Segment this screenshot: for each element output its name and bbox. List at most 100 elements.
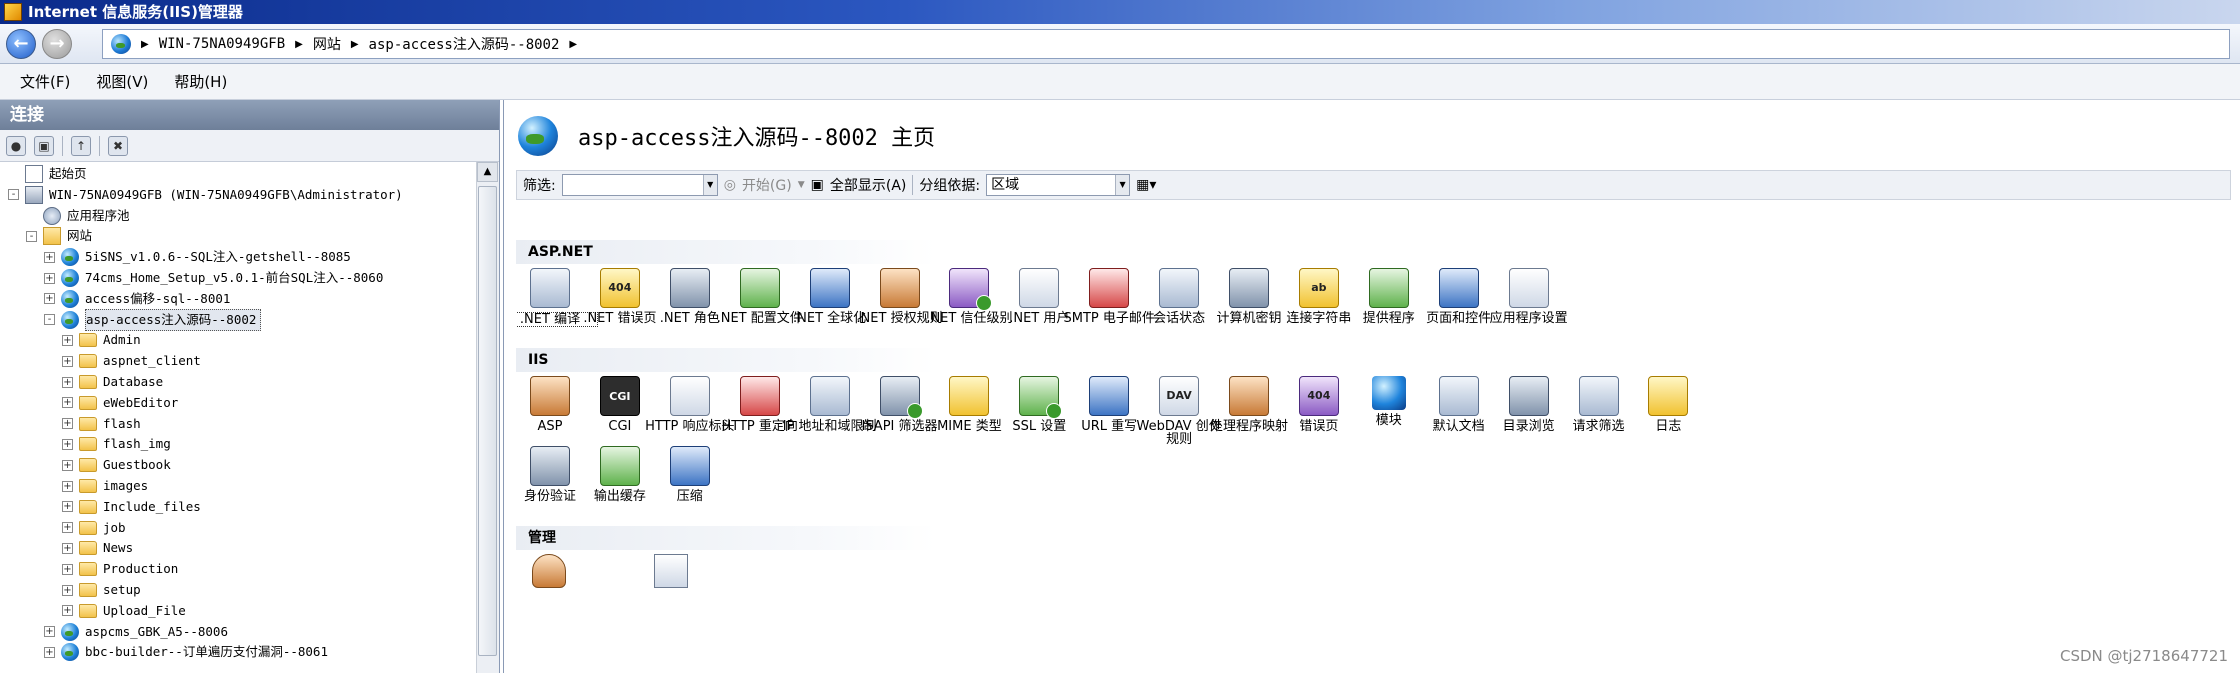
expand-icon[interactable]: +: [44, 251, 55, 263]
tree-item-label[interactable]: Guestbook: [103, 455, 171, 475]
tree-item[interactable]: + Include_files: [62, 497, 201, 517]
tree-item-label[interactable]: 74cms_Home_Setup_v5.0.1-前台SQL注入--8060: [85, 268, 383, 288]
collapse-icon[interactable]: -: [8, 189, 19, 201]
back-button[interactable]: ←: [6, 29, 36, 59]
start-filter-button[interactable]: 开始(G): [742, 175, 792, 195]
save-icon[interactable]: ▣: [34, 135, 54, 156]
collapse-icon[interactable]: -: [26, 230, 37, 242]
disconnect-icon[interactable]: ✖: [108, 135, 128, 156]
mgmt-users-icon[interactable]: [532, 554, 566, 588]
collapse-icon[interactable]: -: [44, 314, 55, 326]
tree-item-label[interactable]: eWebEditor: [103, 393, 178, 413]
tree-item-label[interactable]: job: [103, 518, 126, 538]
chevron-right-icon[interactable]: ▶: [569, 39, 577, 50]
tree-item[interactable]: + Admin: [62, 330, 141, 350]
tree-item-label[interactable]: aspnet_client: [103, 351, 201, 371]
scroll-up-icon[interactable]: ▲: [477, 162, 498, 182]
tree-item[interactable]: - asp-access注入源码--8002: [44, 308, 262, 331]
forward-button[interactable]: →: [42, 29, 72, 59]
tree-scrollbar[interactable]: ▲: [476, 162, 499, 673]
tree-item[interactable]: + job: [62, 518, 126, 538]
feature-tile[interactable]: 日志: [1620, 376, 1716, 452]
tree-item-label[interactable]: asp-access注入源码--8002: [85, 308, 262, 331]
expand-icon[interactable]: +: [44, 293, 55, 305]
tree-item-label[interactable]: Database: [103, 372, 163, 392]
expand-icon[interactable]: +: [62, 542, 73, 554]
feature-tile[interactable]: 压缩: [642, 446, 738, 522]
tree-item-label[interactable]: aspcms_GBK_A5--8006: [85, 622, 228, 642]
tree-item-label[interactable]: Admin: [103, 330, 141, 350]
tree-item-label[interactable]: setup: [103, 580, 141, 600]
tree-item-label[interactable]: 应用程序池: [67, 206, 130, 226]
expand-icon[interactable]: +: [44, 272, 55, 284]
breadcrumb-server[interactable]: WIN-75NA0949GFB: [159, 36, 285, 52]
tree-item-label[interactable]: News: [103, 538, 133, 558]
feature-tile[interactable]: 应用程序设置: [1481, 268, 1577, 344]
tree-item[interactable]: + images: [62, 476, 148, 496]
expand-icon[interactable]: +: [62, 584, 73, 596]
tree-item[interactable]: - 网站: [26, 226, 92, 246]
tree-item-label[interactable]: 起始页: [49, 164, 87, 184]
show-all-button[interactable]: 全部显示(A): [830, 175, 907, 195]
tree-item-label[interactable]: Production: [103, 559, 178, 579]
tree-item[interactable]: + aspcms_GBK_A5--8006: [44, 622, 228, 642]
expand-icon[interactable]: +: [62, 418, 73, 430]
tree-item-label[interactable]: Upload_File: [103, 601, 186, 621]
expand-icon[interactable]: +: [62, 397, 73, 409]
tree-item[interactable]: + flash: [62, 414, 141, 434]
expand-icon[interactable]: +: [62, 459, 73, 471]
expand-icon[interactable]: +: [44, 646, 55, 658]
tree-item[interactable]: + Upload_File: [62, 601, 186, 621]
mgmt-config-icon[interactable]: [654, 554, 688, 588]
view-mode-icon[interactable]: ▦▾: [1136, 177, 1156, 193]
tree-item[interactable]: + Production: [62, 559, 178, 579]
tree-item[interactable]: + Guestbook: [62, 455, 171, 475]
tree-item-label[interactable]: 网站: [67, 226, 92, 246]
scrollbar-thumb[interactable]: [478, 186, 497, 656]
tree-item[interactable]: + setup: [62, 580, 141, 600]
tree-item[interactable]: + eWebEditor: [62, 393, 178, 413]
breadcrumb-site[interactable]: asp-access注入源码--8002: [369, 34, 560, 54]
connect-icon[interactable]: ●: [6, 135, 26, 156]
chevron-down-icon[interactable]: ▼: [798, 180, 805, 190]
expand-icon[interactable]: +: [62, 563, 73, 575]
expand-icon[interactable]: +: [62, 605, 73, 617]
breadcrumb-sites[interactable]: 网站: [313, 34, 341, 54]
tree-item[interactable]: + Database: [62, 372, 163, 392]
tree-item-label[interactable]: Include_files: [103, 497, 201, 517]
chevron-right-icon[interactable]: ▶: [295, 39, 303, 50]
expand-icon[interactable]: +: [62, 355, 73, 367]
menu-file[interactable]: 文件(F): [20, 71, 70, 92]
chevron-right-icon[interactable]: ▶: [351, 39, 359, 50]
tree-item-label[interactable]: 5iSNS_v1.0.6--SQL注入-getshell--8085: [85, 247, 351, 267]
expand-icon[interactable]: +: [44, 626, 55, 638]
tree-item[interactable]: - WIN-75NA0949GFB (WIN-75NA0949GFB\Admini…: [8, 185, 403, 205]
tree-item-label[interactable]: access偏移-sql--8001: [85, 289, 230, 309]
tree-item-label[interactable]: bbc-builder--订单遍历支付漏洞--8061: [85, 642, 328, 662]
group-by-select[interactable]: 区域 ▼: [986, 174, 1131, 196]
filter-input[interactable]: ▼: [561, 174, 718, 196]
dropdown-arrow-icon[interactable]: ▼: [1115, 175, 1130, 195]
tree-item[interactable]: + bbc-builder--订单遍历支付漏洞--8061: [44, 642, 328, 662]
tree-item[interactable]: + News: [62, 538, 133, 558]
tree-item[interactable]: +5iSNS_v1.0.6--SQL注入-getshell--8085: [44, 247, 351, 267]
expand-icon[interactable]: +: [62, 334, 73, 346]
breadcrumb[interactable]: ▶ WIN-75NA0949GFB ▶ 网站 ▶ asp-access注入源码-…: [102, 29, 2230, 59]
expand-icon[interactable]: +: [62, 501, 73, 513]
tree-item-label[interactable]: images: [103, 476, 148, 496]
expand-icon[interactable]: +: [62, 438, 73, 450]
tree-item[interactable]: + access偏移-sql--8001: [44, 289, 230, 309]
menu-help[interactable]: 帮助(H): [174, 71, 227, 92]
tree-item-label[interactable]: flash_img: [103, 434, 171, 454]
tree-item[interactable]: +74cms_Home_Setup_v5.0.1-前台SQL注入--8060: [44, 268, 383, 288]
tree-item[interactable]: 起始页: [8, 164, 87, 184]
tree-item-label[interactable]: WIN-75NA0949GFB (WIN-75NA0949GFB\Adminis…: [49, 185, 403, 205]
chevron-right-icon[interactable]: ▶: [141, 39, 149, 50]
tree-item[interactable]: 应用程序池: [26, 206, 130, 226]
tree-item-label[interactable]: flash: [103, 414, 141, 434]
up-folder-icon[interactable]: ↑: [71, 135, 91, 156]
expand-icon[interactable]: +: [62, 376, 73, 388]
menu-view[interactable]: 视图(V): [96, 71, 148, 92]
expand-icon[interactable]: +: [62, 480, 73, 492]
tree-item[interactable]: + flash_img: [62, 434, 171, 454]
